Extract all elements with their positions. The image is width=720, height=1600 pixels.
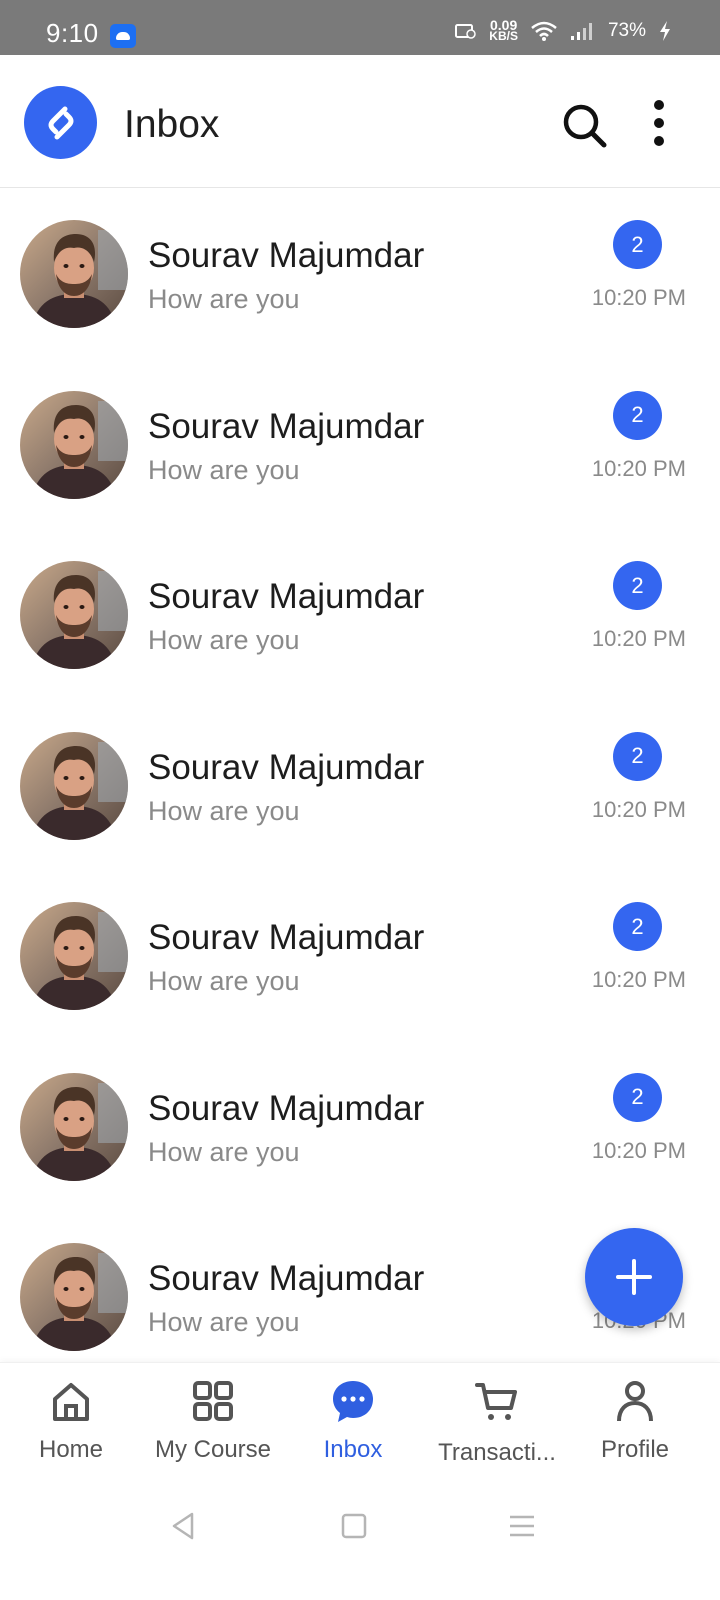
message-preview: How are you bbox=[148, 625, 300, 655]
status-indicators: 0.09 KB/S 73% bbox=[455, 17, 672, 43]
message-time: 10:20 PM bbox=[591, 626, 686, 651]
avatar bbox=[20, 1243, 128, 1351]
contact-name: Sourav Majumdar bbox=[148, 406, 425, 446]
status-time: 9:10 bbox=[46, 18, 99, 48]
avatar bbox=[20, 390, 128, 499]
avatar bbox=[20, 1072, 128, 1181]
android-notification-icon bbox=[110, 24, 136, 48]
conversation-row[interactable]: Sourav Majumdar How are you 2 10:20 PM bbox=[0, 188, 720, 358]
contact-name: Sourav Majumdar bbox=[148, 577, 425, 616]
nav-item-transactions[interactable]: Transacti... bbox=[422, 1363, 572, 1491]
avatar-photo bbox=[20, 220, 128, 328]
message-time: 10:20 PM bbox=[591, 796, 686, 822]
search-icon bbox=[563, 104, 607, 148]
contact-name: Sourav Majumdar bbox=[148, 1088, 425, 1128]
unread-count-badge: 2 bbox=[613, 902, 662, 951]
back-icon[interactable] bbox=[168, 1510, 200, 1542]
avatar bbox=[20, 731, 128, 840]
system-navigation-bar bbox=[0, 1490, 720, 1600]
more-vert-icon bbox=[654, 100, 664, 146]
chat-icon bbox=[333, 1381, 373, 1422]
avatar-photo bbox=[20, 561, 128, 669]
charging-icon bbox=[660, 21, 670, 41]
wifi-icon bbox=[531, 21, 557, 41]
conversation-row[interactable]: Sourav Majumdar How are you 2 10:20 PM bbox=[0, 529, 720, 699]
more-options-button[interactable] bbox=[645, 99, 673, 147]
message-preview: How are you bbox=[148, 284, 300, 314]
unread-count-badge: 2 bbox=[613, 390, 662, 440]
avatar bbox=[20, 902, 128, 1010]
nav-label-my-course: My Course bbox=[154, 1436, 272, 1463]
message-preview: How are you bbox=[148, 966, 300, 996]
unread-count-badge: 2 bbox=[613, 731, 662, 781]
avatar-photo bbox=[20, 731, 128, 840]
conversation-row[interactable]: Sourav Majumdar How are you 2 10:20 PM bbox=[0, 359, 720, 529]
nav-label-home: Home bbox=[38, 1436, 104, 1463]
conversation-row[interactable]: Sourav Majumdar How are you 2 10:20 PM bbox=[0, 700, 720, 870]
avatar-photo bbox=[20, 902, 128, 1010]
message-preview: How are you bbox=[148, 1136, 300, 1167]
bottom-navigation: Home My Course Inbox Transacti... Profil… bbox=[0, 1362, 720, 1490]
avatar bbox=[20, 561, 128, 669]
status-bar: 9:10 0.09 KB/S 73% bbox=[0, 0, 720, 55]
message-time: 10:20 PM bbox=[591, 285, 686, 310]
conversation-row[interactable]: Sourav Majumdar How are you 2 10:20 PM bbox=[0, 870, 720, 1040]
avatar bbox=[20, 220, 128, 328]
data-saver-icon bbox=[455, 24, 477, 39]
avatar-photo bbox=[20, 1243, 128, 1351]
message-time: 10:20 PM bbox=[591, 455, 686, 481]
home-icon bbox=[53, 1383, 89, 1421]
nav-item-home[interactable]: Home bbox=[0, 1363, 142, 1491]
grid-icon bbox=[193, 1381, 233, 1421]
nav-label-inbox: Inbox bbox=[323, 1436, 383, 1463]
unread-count-badge: 2 bbox=[613, 561, 662, 610]
search-button[interactable] bbox=[560, 101, 608, 149]
message-preview: How are you bbox=[148, 454, 300, 485]
message-time: 10:20 PM bbox=[591, 1137, 686, 1163]
logo-icon bbox=[24, 86, 97, 159]
contact-name: Sourav Majumdar bbox=[148, 236, 425, 275]
network-speed: 0.09 KB/S bbox=[489, 17, 518, 43]
plus-icon bbox=[616, 1259, 652, 1295]
new-message-button[interactable] bbox=[585, 1228, 683, 1326]
message-preview: How are you bbox=[148, 1307, 300, 1337]
signal-icon bbox=[570, 23, 592, 40]
battery-percent: 73% bbox=[607, 20, 646, 41]
avatar-photo bbox=[20, 390, 128, 499]
nav-item-inbox[interactable]: Inbox bbox=[284, 1363, 422, 1491]
unread-count-badge: 2 bbox=[613, 220, 662, 269]
recents-menu-icon[interactable] bbox=[506, 1510, 538, 1542]
contact-name: Sourav Majumdar bbox=[148, 747, 425, 787]
unread-count-badge: 2 bbox=[613, 1072, 662, 1122]
contact-name: Sourav Majumdar bbox=[148, 918, 425, 957]
nav-item-profile[interactable]: Profile bbox=[572, 1363, 698, 1491]
person-icon bbox=[617, 1381, 653, 1422]
app-bar: Inbox bbox=[0, 55, 720, 188]
nav-item-my-course[interactable]: My Course bbox=[142, 1363, 284, 1491]
cart-icon bbox=[475, 1383, 517, 1420]
contact-name: Sourav Majumdar bbox=[148, 1259, 425, 1298]
message-time: 10:20 PM bbox=[591, 967, 686, 992]
page-title: Inbox bbox=[124, 103, 220, 146]
home-button-icon[interactable] bbox=[338, 1510, 370, 1542]
message-preview: How are you bbox=[148, 795, 300, 826]
avatar-photo bbox=[20, 1072, 128, 1181]
nav-label-transactions: Transacti... bbox=[438, 1439, 556, 1466]
nav-label-profile: Profile bbox=[600, 1436, 670, 1463]
conversation-row[interactable]: Sourav Majumdar How are you 2 10:20 PM bbox=[0, 1041, 720, 1211]
